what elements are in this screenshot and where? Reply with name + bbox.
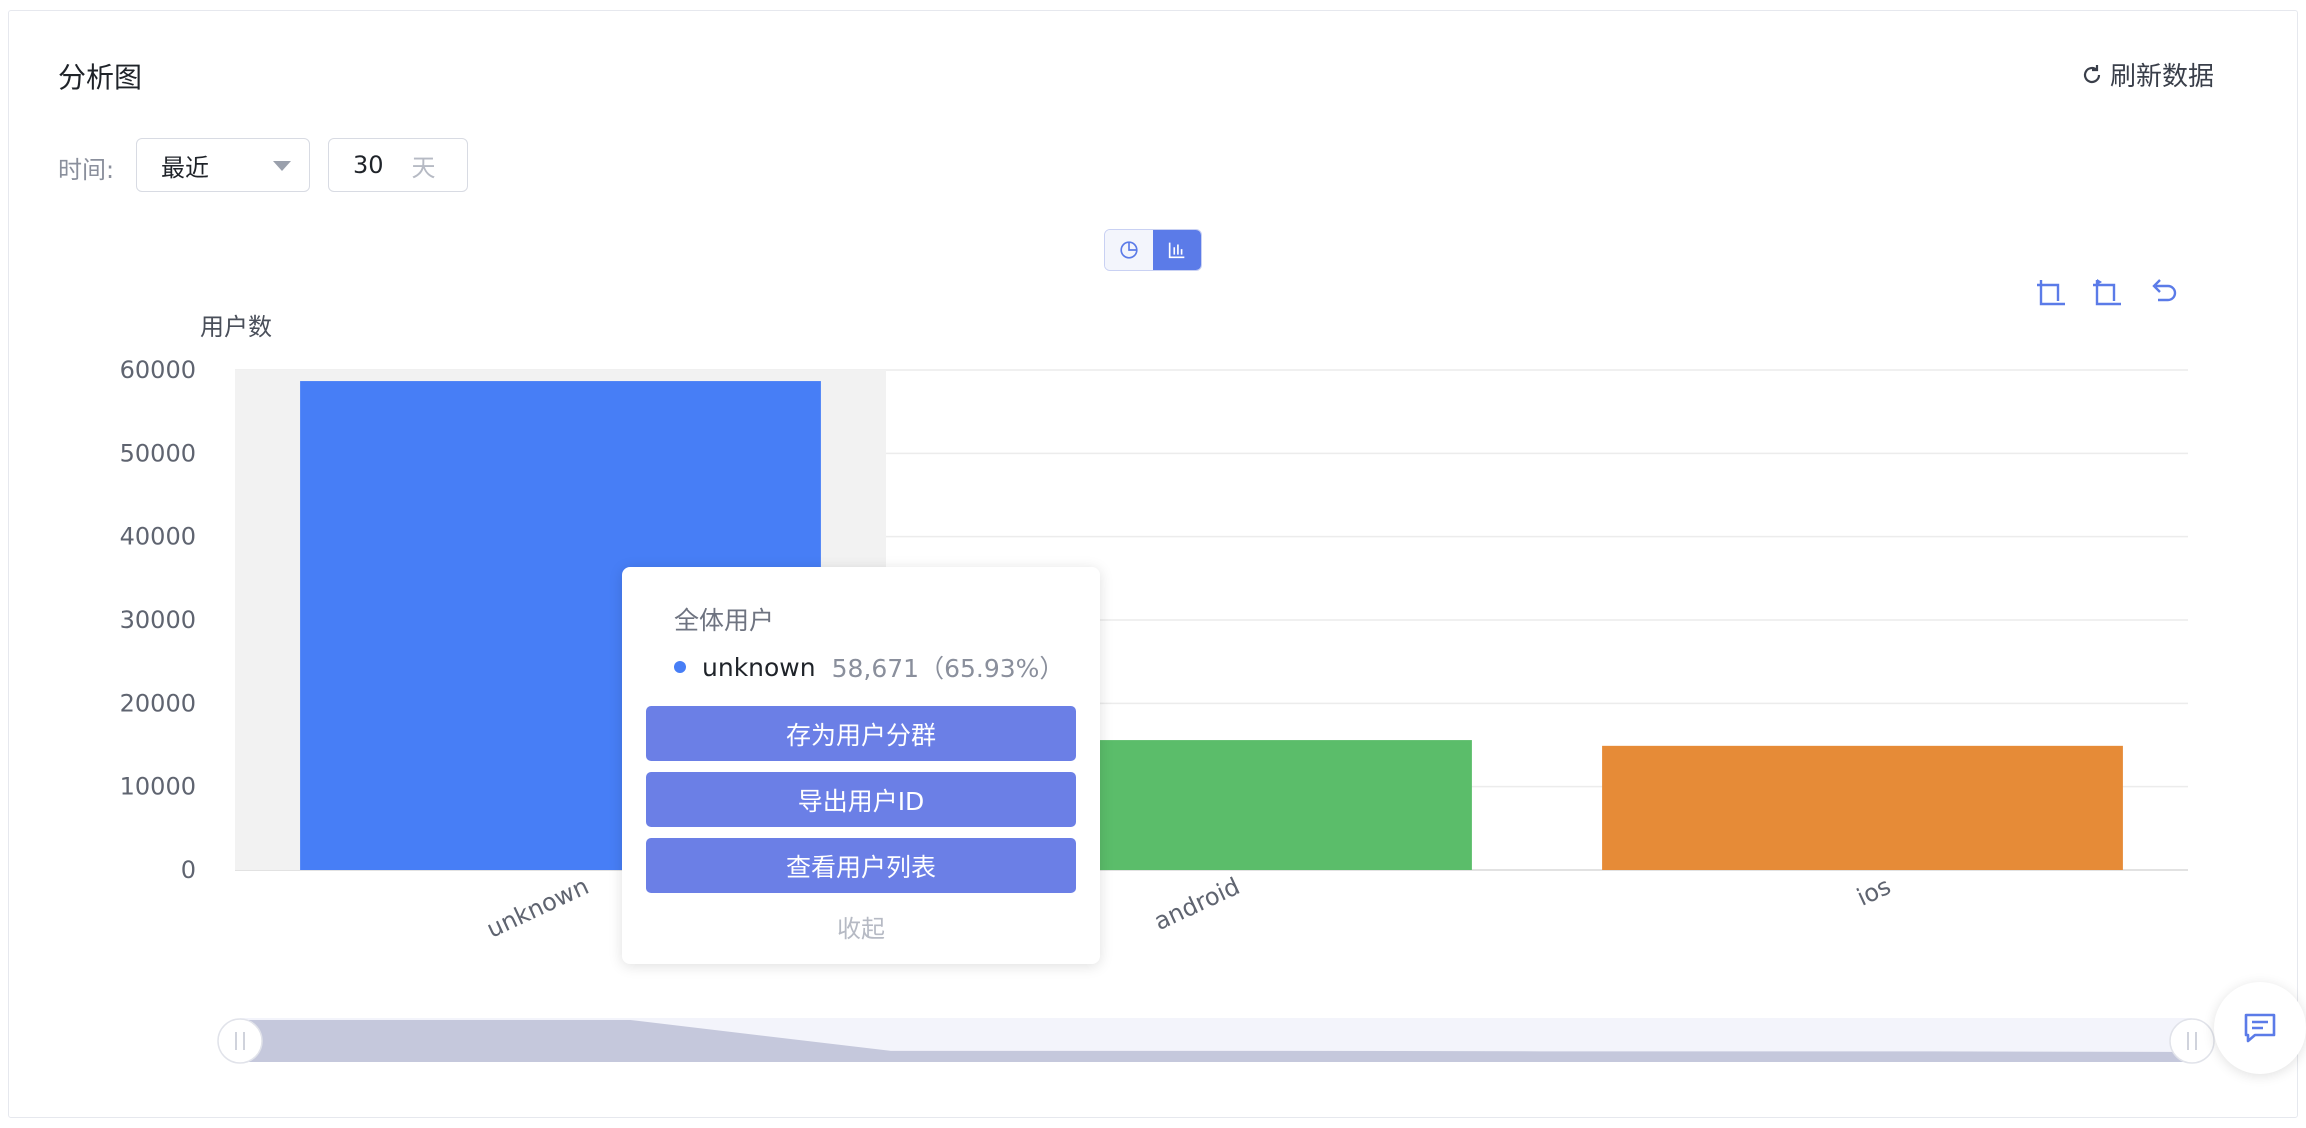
y-tick-label: 40000 [120, 523, 196, 551]
tooltip-series-value: 58,671（65.93%） [831, 654, 1065, 683]
series-dot-icon [674, 661, 686, 673]
bar-chart: 用户数 0 10000 20000 30000 40000 50000 60000 unkn… [120, 313, 2215, 1064]
view-user-list-button[interactable]: 查看用户列表 [646, 838, 1076, 893]
tooltip-series-name: unknown [702, 652, 816, 682]
y-tick-label: 60000 [120, 356, 196, 384]
collapse-button[interactable]: 收起 [622, 909, 1100, 944]
tooltip-row: unknown 58,671（65.93%） [674, 649, 1064, 685]
x-tick-label: ios [1853, 872, 1896, 912]
x-tick-label: android [1150, 872, 1244, 936]
bar-ios[interactable] [1602, 745, 2123, 870]
export-user-id-button[interactable]: 导出用户ID [646, 772, 1076, 827]
bar-tooltip: 全体用户 unknown 58,671（65.93%） 存为用户分群 导出用户I… [622, 567, 1100, 964]
x-tick-label: unknown [482, 872, 593, 943]
zoom-slider-left-handle[interactable] [217, 1018, 263, 1064]
y-tick-label: 50000 [120, 439, 196, 467]
tooltip-title: 全体用户 [674, 606, 775, 635]
y-tick-label: 20000 [120, 689, 196, 717]
zoom-slider-right-handle[interactable] [2169, 1018, 2215, 1064]
y-axis-title: 用户数 [200, 313, 272, 341]
y-tick-label: 0 [181, 856, 196, 884]
chat-icon [2244, 1013, 2276, 1043]
chat-button[interactable] [2214, 982, 2306, 1074]
y-tick-label: 30000 [120, 606, 196, 634]
save-segment-button[interactable]: 存为用户分群 [646, 706, 1076, 761]
y-tick-label: 10000 [120, 773, 196, 801]
